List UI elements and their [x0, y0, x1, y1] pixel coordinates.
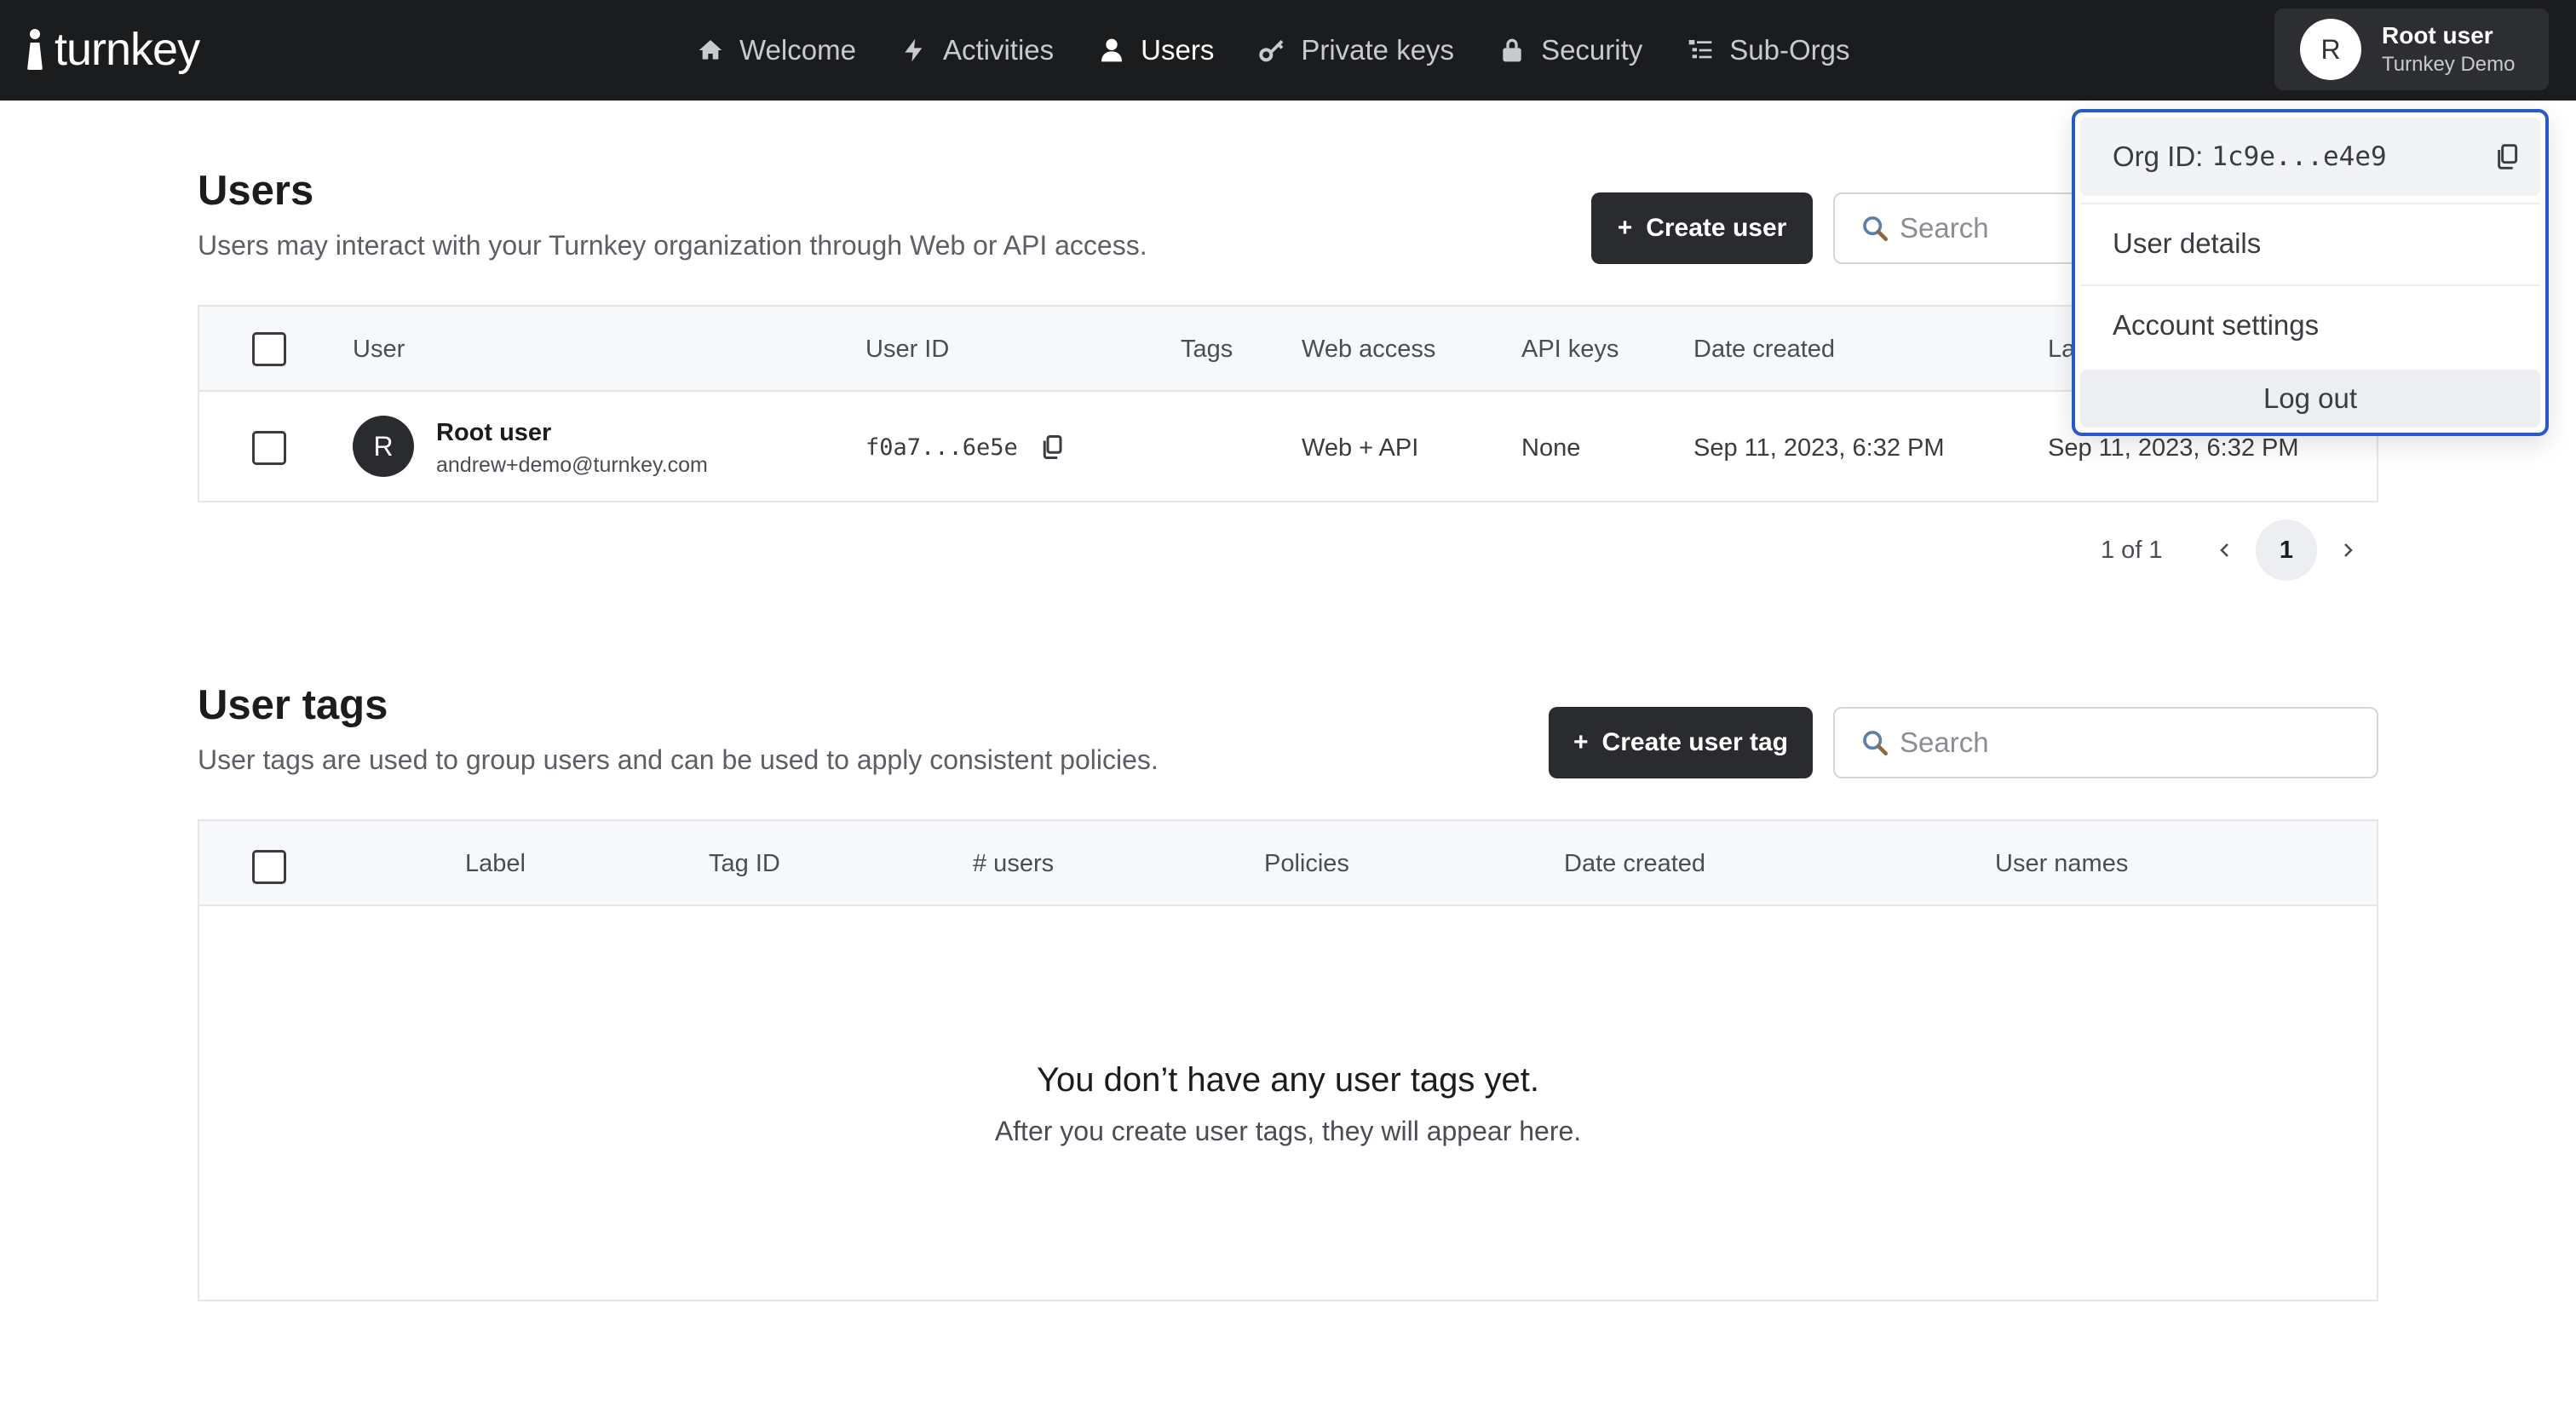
- table-row[interactable]: R Root user andrew+demo@turnkey.com f0a7…: [199, 392, 2377, 502]
- nav-item-label: Users: [1141, 34, 1215, 66]
- column-header-date-created[interactable]: Date created: [1693, 336, 1835, 364]
- user-email: andrew+demo@turnkey.com: [436, 453, 708, 477]
- org-id-value: 1c9e...e4e9: [2211, 141, 2387, 172]
- home-icon: [699, 40, 722, 60]
- account-settings-menu-item[interactable]: Account settings: [2080, 286, 2540, 365]
- avatar: R: [2300, 19, 2361, 80]
- pagination-page-button[interactable]: 1: [2256, 520, 2317, 581]
- nav-item-security[interactable]: Security: [1498, 34, 1642, 66]
- user-icon: [1101, 38, 1123, 62]
- account-name: Root user: [2382, 22, 2493, 49]
- account-dropdown-menu: Org ID: 1c9e...e4e9 User details Account…: [2072, 109, 2549, 436]
- column-header-user-names[interactable]: User names: [1995, 850, 2128, 878]
- user-tags-title: User tags: [198, 682, 388, 728]
- avatar: R: [353, 416, 414, 477]
- copy-icon[interactable]: [1041, 434, 1063, 460]
- org-id-label: Org ID:: [2113, 141, 2204, 172]
- lock-icon: [1503, 38, 1521, 62]
- user-tags-subtitle: User tags are used to group users and ca…: [198, 744, 1159, 775]
- column-header-label[interactable]: Label: [465, 850, 526, 878]
- user-name: Root user: [436, 419, 552, 446]
- chevron-right-icon[interactable]: [2331, 533, 2365, 567]
- plus-icon: +: [1573, 728, 1589, 756]
- plus-icon: +: [1617, 214, 1633, 242]
- select-all-users-checkbox[interactable]: [252, 332, 286, 366]
- search-icon: [1863, 216, 1889, 242]
- user-web-access: Web + API: [1302, 434, 1419, 462]
- nav-item-label: Welcome: [739, 34, 856, 66]
- column-header-users-count[interactable]: # users: [973, 850, 1054, 878]
- nav-item-sub-orgs[interactable]: Sub-Orgs: [1687, 34, 1850, 66]
- nav-item-label: Security: [1541, 34, 1643, 66]
- main-nav: Welcome Activities Users Private keys Se…: [697, 0, 1895, 100]
- bolt-icon: [905, 38, 923, 62]
- copy-icon[interactable]: [2494, 143, 2520, 170]
- user-api-keys: None: [1521, 434, 1581, 462]
- column-header-date-created[interactable]: Date created: [1564, 850, 1705, 878]
- logout-button[interactable]: Log out: [2080, 370, 2540, 428]
- account-menu-button[interactable]: R Root user Turnkey Demo: [2274, 9, 2549, 90]
- user-last-updated: Sep 11, 2023, 6:32 PM: [2048, 434, 2299, 462]
- users-subtitle: Users may interact with your Turnkey org…: [198, 230, 1147, 261]
- user-tags-search-input[interactable]: [1900, 726, 2313, 759]
- user-tags-search[interactable]: [1833, 707, 2378, 778]
- nav-item-label: Activities: [942, 34, 1055, 66]
- select-all-tags-checkbox[interactable]: [252, 850, 286, 884]
- column-header-api-keys[interactable]: API keys: [1521, 336, 1619, 364]
- search-icon: [1863, 731, 1889, 756]
- column-header-user-id[interactable]: User ID: [865, 336, 949, 364]
- nav-item-activities[interactable]: Activities: [900, 34, 1054, 66]
- chevron-left-icon[interactable]: [2208, 533, 2242, 567]
- nav-item-label: Sub-Orgs: [1729, 34, 1850, 66]
- column-header-user[interactable]: User: [353, 336, 405, 364]
- users-table-header: User User ID Tags Web access API keys Da…: [199, 307, 2377, 392]
- create-user-button[interactable]: + Create user: [1591, 192, 1813, 264]
- user-id: f0a7...6e5e: [865, 434, 1018, 461]
- empty-state-subtitle: After you create user tags, they will ap…: [994, 1116, 1582, 1146]
- nav-item-welcome[interactable]: Welcome: [697, 34, 856, 66]
- column-header-tag-id[interactable]: Tag ID: [709, 850, 780, 878]
- empty-state-title: You don’t have any user tags yet.: [1036, 1061, 1540, 1099]
- column-header-tags[interactable]: Tags: [1181, 336, 1233, 364]
- column-header-policies[interactable]: Policies: [1264, 850, 1349, 878]
- user-date-created: Sep 11, 2023, 6:32 PM: [1693, 434, 1945, 462]
- create-user-label: Create user: [1646, 214, 1787, 242]
- users-title: Users: [198, 168, 314, 214]
- turnkey-logo[interactable]: turnkey: [26, 24, 200, 75]
- column-header-web-access[interactable]: Web access: [1302, 336, 1435, 364]
- org-id-item[interactable]: Org ID: 1c9e...e4e9: [2080, 118, 2540, 196]
- brand-name: turnkey: [55, 24, 200, 75]
- account-org: Turnkey Demo: [2382, 53, 2516, 76]
- nav-item-users[interactable]: Users: [1098, 34, 1214, 66]
- nav-item-private-keys[interactable]: Private keys: [1258, 34, 1454, 66]
- key-icon: [1259, 40, 1284, 62]
- row-checkbox[interactable]: [252, 431, 286, 465]
- top-navigation-bar: turnkey Welcome Activities Users Private…: [0, 0, 2576, 100]
- users-table: User User ID Tags Web access API keys Da…: [198, 305, 2378, 502]
- user-details-menu-item[interactable]: User details: [2080, 204, 2540, 283]
- pagination-summary: 1 of 1: [2101, 537, 2163, 564]
- user-tags-table-header: Label Tag ID # users Policies Date creat…: [199, 821, 2377, 906]
- user-tags-table: Label Tag ID # users Policies Date creat…: [198, 819, 2378, 1301]
- nav-item-label: Private keys: [1301, 34, 1455, 66]
- turnkey-logo-icon: [26, 29, 44, 70]
- create-user-tag-button[interactable]: + Create user tag: [1549, 707, 1813, 778]
- list-icon: [1688, 40, 1712, 59]
- create-user-tag-label: Create user tag: [1601, 728, 1788, 756]
